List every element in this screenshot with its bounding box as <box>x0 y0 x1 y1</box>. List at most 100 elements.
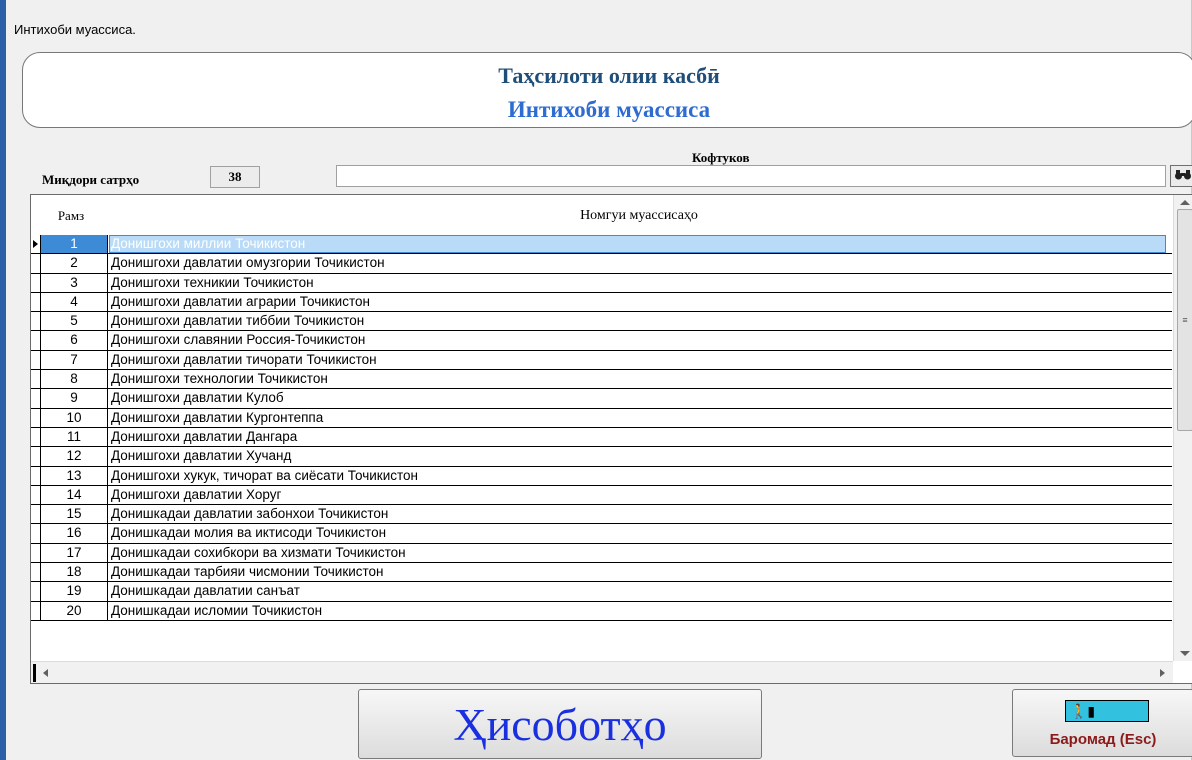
cell-code[interactable]: 17 <box>41 543 108 563</box>
scroll-up-arrow-icon[interactable] <box>1180 200 1190 205</box>
header-title: Таҳсилоти олии касбӣ <box>498 63 720 88</box>
cell-code[interactable]: 14 <box>41 485 108 505</box>
grid-header: Рамз Номгуи муассисаҳо <box>31 195 1172 235</box>
cell-code[interactable]: 5 <box>41 312 108 331</box>
reports-button[interactable]: Ҳисоботҳо <box>358 689 762 759</box>
header-panel: Таҳсилоти олии касбӣ Интихоби муассиса <box>22 52 1192 128</box>
cell-name[interactable]: Донишгохи давлатии тиббии Точикистон <box>111 312 364 330</box>
row-indicator[interactable] <box>31 505 41 524</box>
cell-code[interactable]: 13 <box>41 466 108 485</box>
cell-code[interactable]: 9 <box>41 389 108 408</box>
cell-code[interactable]: 1 <box>41 235 108 254</box>
table-row[interactable]: 19 Донишкадаи давлатии санъат <box>31 582 1172 602</box>
table-row[interactable]: 7 Донишгохи давлатии тичорати Точикистон <box>31 350 1172 371</box>
cell-code[interactable]: 7 <box>41 350 108 370</box>
scroll-left-arrow-icon[interactable] <box>43 669 48 677</box>
column-header-name[interactable]: Номгуи муассисаҳо <box>109 208 1169 224</box>
cell-code[interactable]: 16 <box>41 524 108 543</box>
cell-name[interactable]: Донишгохи давлатии аграрии Точикистон <box>111 293 370 311</box>
table-row[interactable]: 16 Донишкадаи молия ва иктисоди Точикисто… <box>31 524 1172 544</box>
horizontal-scrollbar[interactable] <box>31 661 1173 683</box>
cell-name[interactable]: Донишгохи миллии Точикистон <box>111 235 305 253</box>
row-indicator[interactable] <box>31 601 41 620</box>
table-row[interactable]: 8 Донишгохи технологии Точикистон <box>31 370 1172 390</box>
row-indicator[interactable] <box>31 524 41 543</box>
row-indicator[interactable] <box>31 408 41 427</box>
cell-name[interactable]: Донишкадаи тарбияи чисмонии Точикистон <box>111 563 384 581</box>
cell-code[interactable]: 2 <box>41 254 108 273</box>
column-header-code[interactable]: Рамз <box>41 208 101 224</box>
cell-code[interactable]: 19 <box>41 582 108 601</box>
cell-code[interactable]: 12 <box>41 447 108 466</box>
table-row[interactable]: 5 Донишгохи давлатии тиббии Точикистон <box>31 312 1172 332</box>
row-indicator[interactable] <box>31 466 41 485</box>
table-row[interactable]: 14 Донишгохи давлатии Хоруг <box>31 485 1172 506</box>
row-indicator[interactable] <box>31 312 41 331</box>
exit-button[interactable]: 🚶▮ Баромад (Esc) <box>1012 689 1192 757</box>
exit-button-label: Баромад (Esc) <box>1049 731 1157 748</box>
vertical-scrollbar[interactable]: ≡ <box>1173 195 1192 661</box>
cell-name[interactable]: Донишгохи хукук, тичорат ва сиёсати Точи… <box>111 467 418 485</box>
cell-name[interactable]: Донишгохи давлатии Дангара <box>111 428 297 446</box>
search-label: Кофтуков <box>692 150 750 165</box>
cell-name[interactable]: Донишгохи давлатии Кургонтеппа <box>111 409 323 427</box>
cell-name[interactable]: Донишкадаи исломии Точикистон <box>111 602 322 620</box>
cell-name[interactable]: Донишкадаи молия ва иктисоди Точикистон <box>111 524 386 542</box>
cell-name[interactable]: Донишгохи давлатии Кулоб <box>111 389 284 407</box>
cell-name[interactable]: Донишкадаи давлатии забонхои Точикистон <box>111 505 388 523</box>
table-row[interactable]: 18 Донишкадаи тарбияи чисмонии Точикистон <box>31 563 1172 583</box>
cell-code[interactable]: 3 <box>41 273 108 292</box>
table-row[interactable]: 9 Донишгохи давлатии Кулоб <box>31 389 1172 409</box>
row-indicator[interactable] <box>31 235 41 254</box>
row-count-value: 38 <box>210 166 260 188</box>
cell-name[interactable]: Донишгохи техникии Точикистон <box>111 274 314 292</box>
institutions-grid[interactable]: Рамз Номгуи муассисаҳо 1 Донишгохи миллии… <box>30 194 1192 684</box>
cell-name[interactable]: Донишгохи давлатии тичорати Точикистон <box>111 351 377 369</box>
table-row[interactable]: 17 Донишкадаи сохибкори ва хизмати Точики… <box>31 543 1172 564</box>
cell-code[interactable]: 8 <box>41 370 108 389</box>
cell-name[interactable]: Донишгохи давлатии Хоруг <box>111 486 281 504</box>
row-indicator[interactable] <box>31 582 41 601</box>
row-indicator[interactable] <box>31 543 41 563</box>
row-indicator[interactable] <box>31 254 41 273</box>
scroll-right-arrow-icon[interactable] <box>1160 669 1165 677</box>
table-row[interactable]: 15 Донишкадаи давлатии забонхои Точикисто… <box>31 505 1172 525</box>
cell-name[interactable]: Донишгохи технологии Точикистон <box>111 370 328 388</box>
table-row[interactable]: 6 Донишгохи славянии Россия-Точикистон <box>31 331 1172 351</box>
cell-code[interactable]: 10 <box>41 408 108 427</box>
cell-name[interactable]: Донишкадаи сохибкори ва хизмати Точикист… <box>111 544 406 562</box>
table-row[interactable]: 3 Донишгохи техникии Точикистон <box>31 273 1172 293</box>
cell-code[interactable]: 18 <box>41 563 108 582</box>
row-indicator[interactable] <box>31 447 41 466</box>
cell-name[interactable]: Донишкадаи давлатии санъат <box>111 582 300 600</box>
row-indicator[interactable] <box>31 370 41 389</box>
row-indicator[interactable] <box>31 331 41 350</box>
row-indicator[interactable] <box>31 427 41 447</box>
row-indicator[interactable] <box>31 273 41 292</box>
row-indicator[interactable] <box>31 350 41 370</box>
cell-name[interactable]: Донишгохи славянии Россия-Точикистон <box>111 331 365 349</box>
search-input[interactable] <box>336 165 1166 187</box>
cell-code[interactable]: 11 <box>41 427 108 447</box>
table-row[interactable]: 20 Донишкадаи исломии Точикистон <box>31 601 1172 621</box>
cell-code[interactable]: 6 <box>41 331 108 350</box>
row-indicator[interactable] <box>31 292 41 312</box>
table-row[interactable]: 10 Донишгохи давлатии Кургонтеппа <box>31 408 1172 428</box>
cell-code[interactable]: 4 <box>41 292 108 312</box>
cell-code[interactable]: 15 <box>41 505 108 524</box>
cell-name[interactable]: Донишгохи давлатии омузгории Точикистон <box>111 254 385 272</box>
scroll-down-arrow-icon[interactable] <box>1180 651 1190 656</box>
table-row[interactable]: 11 Донишгохи давлатии Дангара <box>31 427 1172 448</box>
row-indicator[interactable] <box>31 389 41 408</box>
row-indicator[interactable] <box>31 485 41 505</box>
scroll-thumb[interactable]: ≡ <box>1177 209 1192 431</box>
table-row[interactable]: 2 Донишгохи давлатии омузгории Точикистон <box>31 254 1172 274</box>
table-row[interactable]: 12 Донишгохи давлатии Хучанд <box>31 447 1172 467</box>
search-button[interactable] <box>1170 165 1192 187</box>
cell-code[interactable]: 20 <box>41 601 108 620</box>
table-row[interactable]: 13 Донишгохи хукук, тичорат ва сиёсати То… <box>31 466 1172 486</box>
row-indicator[interactable] <box>31 563 41 582</box>
cell-name[interactable]: Донишгохи давлатии Хучанд <box>111 447 291 465</box>
table-row[interactable]: 4 Донишгохи давлатии аграрии Точикистон <box>31 292 1172 313</box>
table-row[interactable]: 1 Донишгохи миллии Точикистон <box>31 235 1172 255</box>
